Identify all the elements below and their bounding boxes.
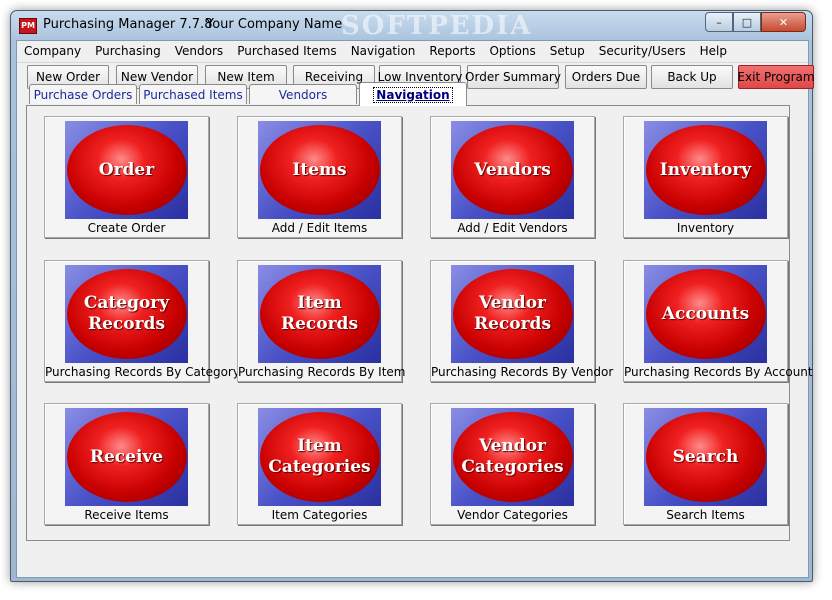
menu-bar: Company Purchasing Vendors Purchased Ite… [17,41,808,63]
search-ball-icon: Search [645,412,766,502]
vendors-tile[interactable]: Vendors [451,121,574,219]
menu-options[interactable]: Options [482,41,542,62]
maximize-button[interactable]: □ [733,12,761,32]
item-categories-tile[interactable]: Item Categories [258,408,381,506]
card-label: Add / Edit Items [271,221,368,235]
card-add-edit-items[interactable]: Items Add / Edit Items [237,116,402,238]
card-label: Item Categories [271,508,368,522]
card-label: Receive Items [84,508,169,522]
inventory-ball-icon: Inventory [645,125,766,215]
item-categories-ball-icon: Item Categories [259,412,380,502]
card-records-by-vendor[interactable]: Vendor Records Purchasing Records By Ven… [430,260,614,382]
order-tile[interactable]: Order [65,121,188,219]
card-label: Search Items [666,508,745,522]
card-label: Purchasing Records By Item [238,365,406,379]
search-tile[interactable]: Search [644,408,767,506]
receive-ball-icon: Receive [66,412,187,502]
card-label: Create Order [87,221,166,235]
close-button[interactable]: ✕ [761,12,806,32]
category-records-ball-icon: Category Records [66,269,187,359]
exit-program-button[interactable]: Exit Program [737,65,815,89]
minimize-button[interactable]: – [705,12,733,32]
vendors-ball-icon: Vendors [452,125,573,215]
accounts-ball-icon: Accounts [645,269,766,359]
vendor-categories-ball-icon: Vendor Categories [452,412,573,502]
menu-setup[interactable]: Setup [543,41,592,62]
item-records-ball-icon: Item Records [259,269,380,359]
card-label: Vendor Categories [457,508,568,522]
window-controls: – □ ✕ [705,12,806,32]
menu-vendors[interactable]: Vendors [168,41,230,62]
card-label: Purchasing Records By Vendor [431,365,614,379]
card-label: Purchasing Records By Category [45,365,240,379]
order-ball-icon: Order [66,125,187,215]
card-label: Inventory [676,221,735,235]
company-name: Your Company Name [206,17,343,32]
card-records-by-account[interactable]: Accounts Purchasing Records By Account [623,260,813,382]
card-receive-items[interactable]: Receive Receive Items [44,403,209,525]
navigation-panel: Order Create Order Items Add / Edit Item… [26,105,813,541]
items-tile[interactable]: Items [258,121,381,219]
card-add-edit-vendors[interactable]: Vendors Add / Edit Vendors [430,116,595,238]
menu-security-users[interactable]: Security/Users [592,41,693,62]
back-up-button[interactable]: Back Up [651,65,733,89]
accounts-tile[interactable]: Accounts [644,265,767,363]
app-icon[interactable]: PM [19,18,37,34]
vendor-records-ball-icon: Vendor Records [452,269,573,359]
window-title: Purchasing Manager 7.7.8 [43,17,213,32]
card-create-order[interactable]: Order Create Order [44,116,209,238]
tab-label: Vendors [278,87,328,102]
vendor-categories-tile[interactable]: Vendor Categories [451,408,574,506]
title-bar[interactable]: PM Purchasing Manager 7.7.8 Your Company… [11,11,812,41]
tab-navigation[interactable]: Navigation [359,82,467,106]
orders-due-button[interactable]: Orders Due [565,65,647,89]
item-records-tile[interactable]: Item Records [258,265,381,363]
card-records-by-category[interactable]: Category Records Purchasing Records By C… [44,260,240,382]
card-label: Purchasing Records By Account [624,365,813,379]
tab-label: Purchased Items [143,87,243,102]
receive-tile[interactable]: Receive [65,408,188,506]
card-search-items[interactable]: Search Search Items [623,403,788,525]
inventory-tile[interactable]: Inventory [644,121,767,219]
tab-vendors[interactable]: Vendors [249,84,357,104]
card-label: Add / Edit Vendors [457,221,568,235]
app-window: PM Purchasing Manager 7.7.8 Your Company… [10,10,815,582]
menu-company[interactable]: Company [17,41,88,62]
watermark: SOFTPEDIA [341,11,533,41]
tab-label: Navigation [373,86,453,103]
items-ball-icon: Items [259,125,380,215]
menu-navigation[interactable]: Navigation [344,41,423,62]
card-item-categories[interactable]: Item Categories Item Categories [237,403,402,525]
order-summary-button[interactable]: Order Summary [465,65,561,89]
card-vendor-categories[interactable]: Vendor Categories Vendor Categories [430,403,595,525]
menu-help[interactable]: Help [693,41,734,62]
menu-reports[interactable]: Reports [422,41,482,62]
tab-purchased-items[interactable]: Purchased Items [139,84,247,104]
menu-purchased-items[interactable]: Purchased Items [230,41,344,62]
card-records-by-item[interactable]: Item Records Purchasing Records By Item [237,260,406,382]
category-records-tile[interactable]: Category Records [65,265,188,363]
vendor-records-tile[interactable]: Vendor Records [451,265,574,363]
menu-purchasing[interactable]: Purchasing [88,41,168,62]
tab-purchase-orders[interactable]: Purchase Orders [29,84,137,104]
card-inventory[interactable]: Inventory Inventory [623,116,788,238]
tab-label: Purchase Orders [33,87,133,102]
